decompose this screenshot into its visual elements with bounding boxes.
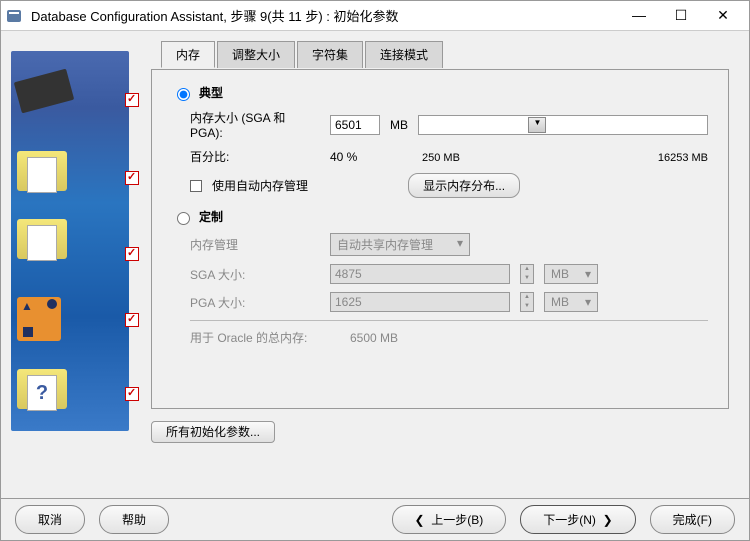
wizard-footer: 取消 帮助 ❮ 上一步(B) 下一步(N) ❯ 完成(F): [1, 498, 749, 540]
custom-body: 内存管理 自动共享内存管理▾ SGA 大小: ▲▼ MB▾ PGA 大小: ▲▼…: [190, 233, 708, 346]
chevron-down-icon: ▾: [457, 236, 463, 253]
show-dist-button[interactable]: 显示内存分布...: [408, 173, 520, 198]
typical-label: 典型: [199, 84, 223, 101]
typical-radio[interactable]: [177, 88, 190, 101]
main-panel: 内存 调整大小 字符集 连接模式 典型 内存大小 (SGA 和 PGA): MB: [141, 31, 749, 491]
memory-panel: 典型 内存大小 (SGA 和 PGA): MB ▼: [151, 69, 729, 409]
help-button[interactable]: 帮助: [99, 505, 169, 534]
chip-icon: [14, 69, 74, 114]
window-title: Database Configuration Assistant, 步骤 9(共…: [31, 6, 625, 25]
custom-radio[interactable]: [177, 212, 190, 225]
tab-connmode[interactable]: 连接模式: [365, 41, 443, 68]
folder-icon: [17, 219, 77, 269]
cancel-button[interactable]: 取消: [15, 505, 85, 534]
step-check-icon: [125, 387, 139, 401]
tab-memory[interactable]: 内存: [161, 41, 215, 68]
pga-spinner: ▲▼: [520, 292, 534, 312]
step-check-icon: [125, 247, 139, 261]
window-controls: — ☐ ✕: [625, 7, 745, 24]
all-params-row: 所有初始化参数...: [151, 423, 729, 440]
finish-button[interactable]: 完成(F): [650, 505, 735, 534]
mem-size-unit: MB: [390, 118, 408, 132]
slider-track[interactable]: ▼: [418, 115, 708, 135]
pga-input: [330, 292, 510, 312]
folder-icon: [17, 151, 77, 201]
app-icon: [5, 7, 23, 25]
step-check-icon: [125, 171, 139, 185]
percent-value: 40 %: [330, 150, 380, 164]
custom-radio-row[interactable]: 定制: [172, 208, 708, 225]
typical-radio-row[interactable]: 典型: [172, 84, 708, 101]
slider-min-label: 250 MB: [422, 152, 460, 164]
auto-mem-checkbox[interactable]: [190, 180, 202, 192]
step-check-icon: [125, 313, 139, 327]
tab-size[interactable]: 调整大小: [217, 41, 295, 68]
sga-spinner: ▲▼: [520, 264, 534, 284]
typical-body: 内存大小 (SGA 和 PGA): MB ▼ 百分比:: [190, 109, 708, 198]
question-folder-icon: ?: [17, 369, 77, 419]
step-check-icon: [125, 93, 139, 107]
percent-label: 百分比:: [190, 148, 320, 165]
mem-mgmt-select: 自动共享内存管理▾: [330, 233, 470, 256]
sga-unit-select: MB▾: [544, 264, 598, 284]
pga-unit-select: MB▾: [544, 292, 598, 312]
custom-label: 定制: [199, 208, 223, 225]
close-button[interactable]: ✕: [709, 7, 737, 24]
wizard-sidebar: ▲ ?: [1, 31, 141, 491]
mem-size-label: 内存大小 (SGA 和 PGA):: [190, 109, 320, 140]
total-value: 6500 MB: [350, 331, 398, 345]
maximize-button[interactable]: ☐: [667, 7, 695, 24]
sga-input: [330, 264, 510, 284]
next-button[interactable]: 下一步(N) ❯: [520, 505, 635, 534]
wizard-graphic: ▲ ?: [11, 51, 129, 431]
slider-thumb[interactable]: ▼: [528, 117, 546, 133]
slider-max-label: 16253 MB: [658, 152, 708, 164]
chevron-down-icon: ▾: [585, 267, 591, 281]
chevron-down-icon: ▾: [585, 295, 591, 309]
mem-slider[interactable]: ▼: [418, 115, 708, 135]
client-area: ▲ ? 内存 调整大小 字符集 连接模式 典型 内存大小 (S: [1, 31, 749, 491]
all-params-button[interactable]: 所有初始化参数...: [151, 421, 275, 443]
sga-label: SGA 大小:: [190, 266, 320, 283]
back-button[interactable]: ❮ 上一步(B): [392, 505, 507, 534]
tab-bar: 内存 调整大小 字符集 连接模式: [161, 41, 729, 68]
auto-mem-label: 使用自动内存管理: [212, 177, 308, 194]
mem-mgmt-label: 内存管理: [190, 236, 320, 253]
total-label: 用于 Oracle 的总内存:: [190, 329, 340, 346]
pga-label: PGA 大小:: [190, 294, 320, 311]
divider: [190, 320, 708, 321]
dbca-window: Database Configuration Assistant, 步骤 9(共…: [0, 0, 750, 541]
titlebar: Database Configuration Assistant, 步骤 9(共…: [1, 1, 749, 31]
tab-charset[interactable]: 字符集: [297, 41, 363, 68]
mem-size-input[interactable]: [330, 115, 380, 135]
shapes-icon: ▲: [17, 297, 77, 347]
minimize-button[interactable]: —: [625, 7, 653, 24]
